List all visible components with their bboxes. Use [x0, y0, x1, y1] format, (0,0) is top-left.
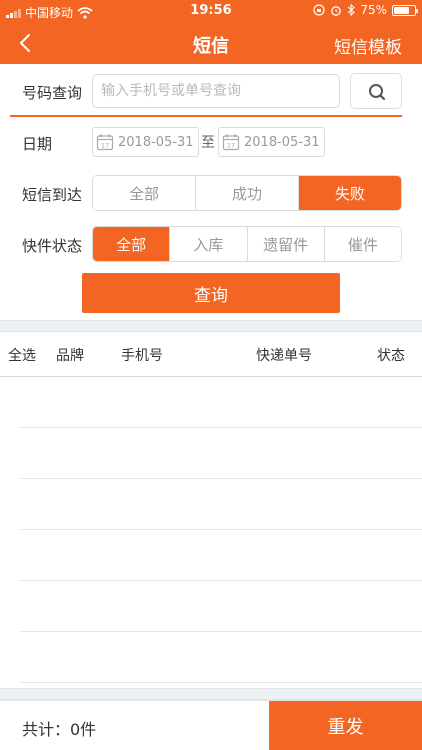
query-button[interactable]: 查询 — [82, 273, 340, 313]
table-row-divider — [20, 580, 422, 581]
table-row-divider — [20, 427, 422, 428]
status-bar: 中国移动 19:56 75% — [0, 0, 422, 22]
table-row-divider — [20, 682, 422, 683]
sms-arrival-segment: 全部 成功 失败 — [92, 175, 402, 211]
status-right: 75% — [313, 3, 418, 17]
sms-option-failed[interactable]: 失败 — [299, 176, 401, 210]
parcel-status-label: 快件状态 — [22, 237, 83, 255]
search-button[interactable] — [350, 73, 402, 109]
tracking-column: 快递单号 — [256, 348, 312, 364]
orientation-lock-icon — [313, 4, 325, 16]
table-header: 全选 品牌 手机号 快递单号 状态 — [0, 331, 422, 377]
alarm-icon — [331, 6, 342, 16]
date-start-value: 2018-05-31 — [118, 134, 194, 150]
parcel-option-urge[interactable]: 催件 — [324, 227, 401, 261]
sms-arrival-label: 短信到达 — [22, 186, 83, 204]
date-separator: 至 — [201, 135, 215, 151]
calendar-day: 17 — [227, 142, 235, 150]
calendar-icon: 17 — [96, 134, 114, 151]
calendar-day: 17 — [101, 142, 109, 150]
calendar-icon: 17 — [222, 134, 240, 151]
parcel-status-segment: 全部 入库 遗留件 催件 — [92, 226, 402, 262]
sms-option-success[interactable]: 成功 — [196, 176, 299, 210]
search-icon — [369, 84, 386, 101]
bluetooth-icon — [347, 4, 356, 16]
footer-divider — [0, 688, 422, 700]
battery-percent: 75% — [360, 3, 387, 17]
table-row-divider — [20, 529, 422, 530]
status-column: 状态 — [377, 348, 405, 364]
phone-column: 手机号 — [121, 348, 163, 364]
number-search-input[interactable] — [92, 74, 340, 108]
brand-column: 品牌 — [56, 348, 84, 364]
select-all-column[interactable]: 全选 — [8, 345, 36, 365]
parcel-option-retained[interactable]: 遗留件 — [247, 227, 325, 261]
resend-button[interactable]: 重发 — [269, 701, 422, 750]
table-row-divider — [20, 631, 422, 632]
search-underline — [10, 115, 402, 117]
date-end-value: 2018-05-31 — [244, 134, 320, 150]
battery-icon — [392, 4, 418, 16]
parcel-option-all[interactable]: 全部 — [93, 227, 171, 261]
date-start-picker[interactable]: 17 2018-05-31 — [92, 127, 199, 157]
date-end-picker[interactable]: 17 2018-05-31 — [218, 127, 325, 157]
sms-option-all[interactable]: 全部 — [93, 176, 196, 210]
parcel-option-instock[interactable]: 入库 — [170, 227, 248, 261]
nav-bar: 短信 短信模板 — [0, 22, 422, 64]
table-row-divider — [20, 478, 422, 479]
date-label: 日期 — [22, 135, 53, 153]
number-query-label: 号码查询 — [22, 84, 83, 102]
sms-template-button[interactable]: 短信模板 — [334, 33, 402, 58]
total-count: 共计：0件 — [22, 720, 97, 739]
footer-bar: 共计：0件 重发 — [0, 700, 422, 750]
